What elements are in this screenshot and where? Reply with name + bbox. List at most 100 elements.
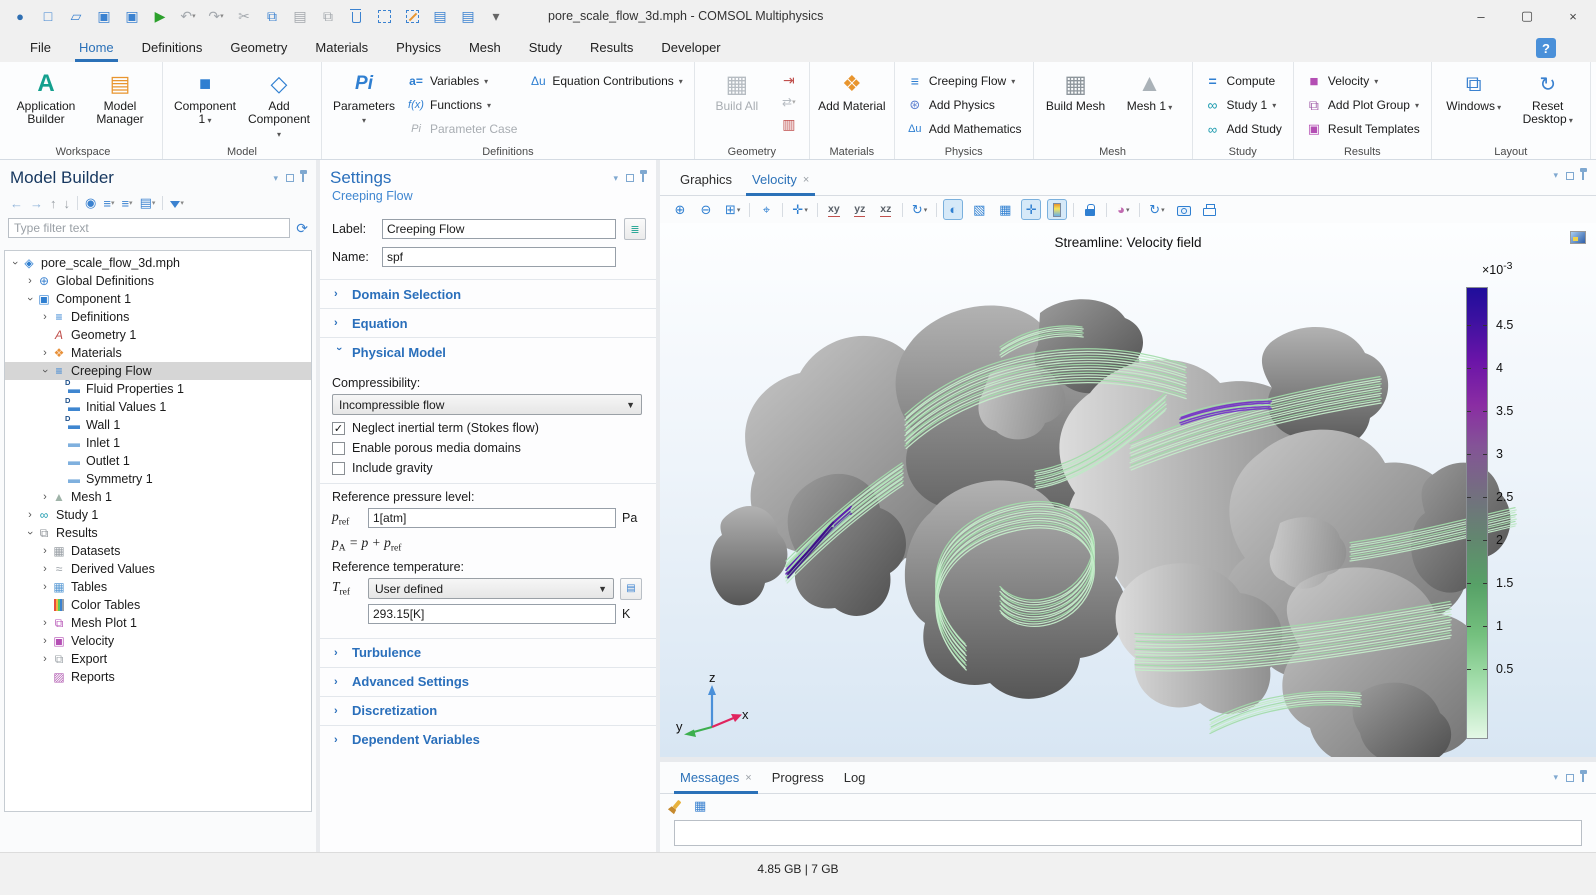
delete-sequence-icon[interactable]: ▥ [777,113,801,135]
close-tab-icon[interactable]: × [745,772,751,784]
menu-tab-study[interactable]: Study [515,35,576,62]
graphics-canvas[interactable]: Streamline: Velocity field ×10-3 4.543.5… [660,223,1596,757]
go-to-view-icon[interactable]: ✛▾ [789,199,810,220]
expand-arrow-icon[interactable]: › [39,635,51,647]
save-icon[interactable]: ▣ [92,4,116,28]
float-panel-icon[interactable] [626,174,634,182]
float-panel-icon[interactable] [286,174,294,182]
minimize-button[interactable]: – [1458,0,1504,32]
forward-icon[interactable]: → [30,196,43,211]
redo-icon[interactable]: ↷▾ [204,4,228,28]
help-button[interactable]: ? [1536,38,1556,58]
tree-filter-input[interactable] [8,218,290,238]
application-builder-button[interactable]: AApplication Builder [12,65,80,145]
copy-icon[interactable]: ⧉ [260,4,284,28]
tab-velocity[interactable]: Velocity× [742,166,819,195]
maximize-button[interactable]: ▢ [1504,0,1550,32]
study-1-button[interactable]: ∞Study 1▾ [1201,93,1285,117]
checkbox-unchecked[interactable] [332,462,345,475]
expand-arrow-icon[interactable]: › [39,653,51,665]
result-templates-button[interactable]: ▣Result Templates [1302,117,1423,141]
section-advanced-settings[interactable]: ›Advanced Settings [320,667,656,696]
qat-overflow-icon[interactable]: ▾ [484,4,508,28]
tree-item-pore-scale-flow-3d-mph[interactable]: ›◈pore_scale_flow_3d.mph [5,254,311,272]
menu-tab-mesh[interactable]: Mesh [455,35,515,62]
tab-progress[interactable]: Progress [762,764,834,793]
comsol-logo-icon[interactable]: ● [8,4,32,28]
plot-thumbnail-icon[interactable] [1570,231,1586,244]
functions-button[interactable]: f(x)Functions▾ [404,93,520,117]
add-component-button[interactable]: ◇Add Component ▾ [245,65,313,145]
checkbox-unchecked[interactable] [332,442,345,455]
show-icon[interactable]: ◉ [85,195,96,211]
component-1-button[interactable]: ■Component 1 ▾ [171,65,239,145]
tree-item-mesh-plot-1[interactable]: ›⧉Mesh Plot 1 [5,614,311,632]
delete-icon[interactable] [344,4,368,28]
tree-item-derived-values[interactable]: ›≈Derived Values [5,560,311,578]
refresh-icon[interactable]: ⟳ [296,220,308,237]
duplicate-icon[interactable]: ⧉ [316,4,340,28]
transparency-icon[interactable]: ▧ [969,199,989,220]
expand-arrow-icon[interactable]: › [39,617,51,629]
tree-item-export[interactable]: ›⧉Export [5,650,311,668]
add-material-button[interactable]: ❖Add Material [818,65,886,145]
add-study-button[interactable]: ∞Add Study [1201,117,1285,141]
tree-item-materials[interactable]: ›❖Materials [5,344,311,362]
menu-tab-physics[interactable]: Physics [382,35,455,62]
back-icon[interactable]: ← [10,196,23,211]
expand-arrow-icon[interactable]: › [39,365,51,377]
color-theme-icon[interactable]: ◕▾ [1113,199,1133,220]
windows-button[interactable]: ⧉Windows ▾ [1440,65,1508,145]
menu-tab-materials[interactable]: Materials [301,35,382,62]
close-button[interactable]: × [1550,0,1596,32]
expand-arrow-icon[interactable]: › [24,275,36,287]
section-turbulence[interactable]: ›Turbulence [320,638,656,667]
tree-item-results[interactable]: ›⧉Results [5,524,311,542]
undo-icon[interactable]: ↶▾ [176,4,200,28]
tree-item-datasets[interactable]: ›▦Datasets [5,542,311,560]
label-input[interactable] [382,219,616,239]
select-box-icon[interactable] [372,4,396,28]
equation-contributions-button[interactable]: ΔuEquation Contributions▾ [526,69,685,93]
tree-item-tables[interactable]: ›▦Tables [5,578,311,596]
filter-funnel-icon[interactable]: ▾ [170,199,184,208]
tab-graphics[interactable]: Graphics [670,166,742,195]
tree-item-component-1[interactable]: ›▣Component 1 [5,290,311,308]
compute-button[interactable]: =Compute [1201,69,1285,93]
checkbox-checked[interactable]: ✓ [332,422,345,435]
menu-tab-file[interactable]: File [16,35,65,62]
clear-selection-icon[interactable] [400,4,424,28]
tree-item-mesh-1[interactable]: ›▲Mesh 1 [5,488,311,506]
print-icon[interactable] [1200,199,1220,220]
model-manager-button[interactable]: ▤Model Manager [86,65,154,145]
reset-desktop-button[interactable]: ↻Reset Desktop ▾ [1514,65,1582,145]
pin-icon[interactable] [1582,172,1584,180]
orientation-axes-icon[interactable]: ✛ [1021,199,1041,220]
menu-tab-results[interactable]: Results [576,35,647,62]
menu-tab-geometry[interactable]: Geometry [216,35,301,62]
pin-icon[interactable] [302,174,304,182]
move-down-icon[interactable]: ↓ [64,196,71,211]
expand-arrow-icon[interactable]: › [39,491,51,503]
open-file-icon[interactable]: ▱ [64,4,88,28]
build-mesh-button[interactable]: ▦Build Mesh [1042,65,1110,145]
expand-arrow-icon[interactable]: › [9,257,21,269]
name-input[interactable] [382,247,616,267]
table-message-icon[interactable]: ▦ [694,798,706,814]
expand-arrow-icon[interactable]: › [24,293,36,305]
float-panel-icon[interactable] [1566,774,1574,782]
ref-temperature-input[interactable] [368,604,616,624]
new-file-icon[interactable]: □ [36,4,60,28]
parameters-button[interactable]: PiParameters ▾ [330,65,398,145]
expand-arrow-icon[interactable]: › [39,563,51,575]
tree-item-inlet-1[interactable]: ▬Inlet 1 [5,434,311,452]
messages-console[interactable] [674,820,1582,846]
zoom-out-icon[interactable]: ⊖ [696,199,716,220]
tree-item-outlet-1[interactable]: ▬Outlet 1 [5,452,311,470]
section-equation[interactable]: ›Equation [320,308,656,337]
view-report-icon[interactable]: ▤ [456,4,480,28]
view-xz-icon[interactable]: xz [876,199,896,220]
expand-arrow-icon[interactable]: › [24,527,36,539]
menu-tab-developer[interactable]: Developer [647,35,734,62]
import-icon[interactable]: ⇥ [777,69,801,91]
